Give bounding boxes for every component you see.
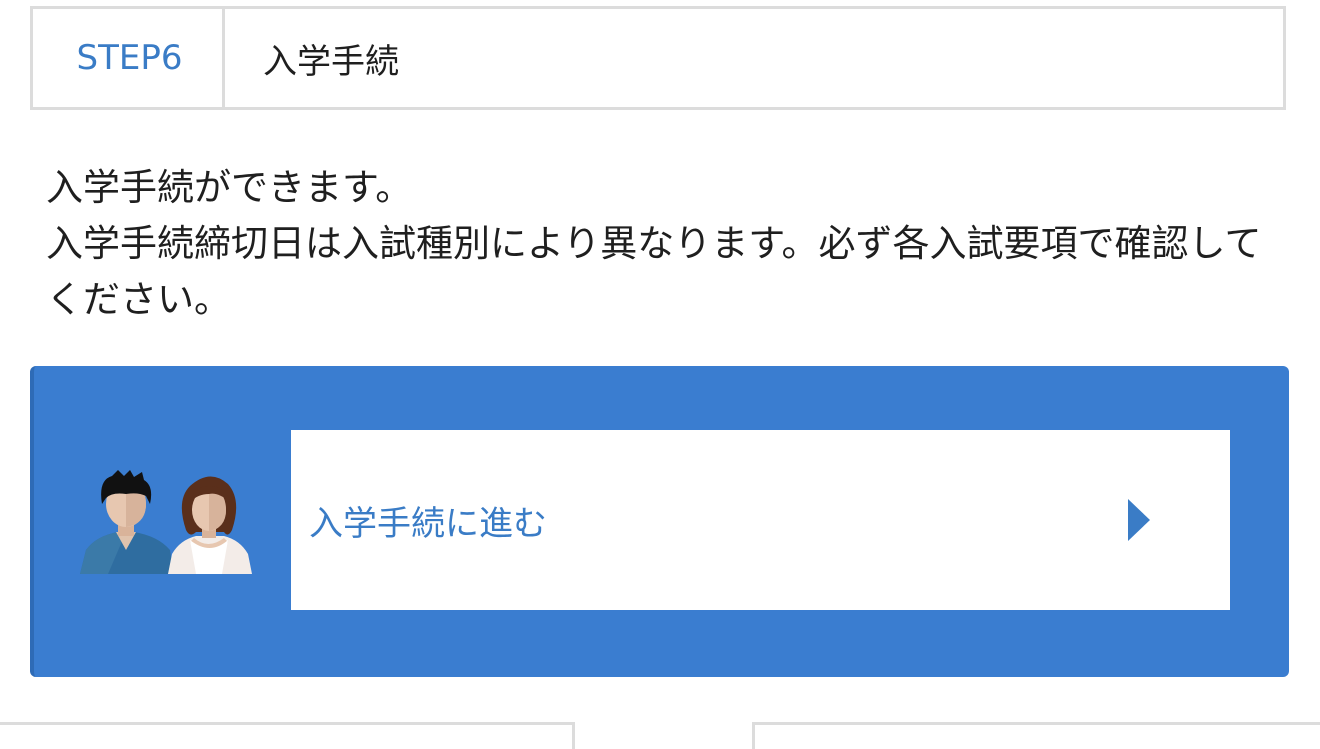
action-panel: 入学手続に進む	[30, 366, 1289, 677]
proceed-enrollment-label: 入学手続に進む	[309, 503, 547, 544]
description-line-2: 入学手続締切日は入試種別により異なります。必ず各入試要項で確認してください。	[46, 222, 1262, 321]
play-arrow-icon	[1128, 499, 1150, 541]
step-header: STEP6 入学手続	[30, 6, 1286, 110]
page: STEP6 入学手続 入学手続ができます。 入学手続締切日は入試種別により異なり…	[0, 0, 1320, 749]
description-line-1: 入学手続ができます。	[46, 166, 413, 209]
bottom-left-tab[interactable]	[0, 722, 575, 749]
proceed-enrollment-button[interactable]: 入学手続に進む	[291, 430, 1230, 610]
step-title: 入学手続	[263, 41, 399, 82]
step-description: 入学手続ができます。 入学手続締切日は入試種別により異なります。必ず各入試要項で…	[46, 160, 1296, 328]
step-number: STEP6	[33, 9, 225, 107]
students-pair-icon	[80, 470, 252, 574]
bottom-right-tab[interactable]	[752, 722, 1320, 749]
